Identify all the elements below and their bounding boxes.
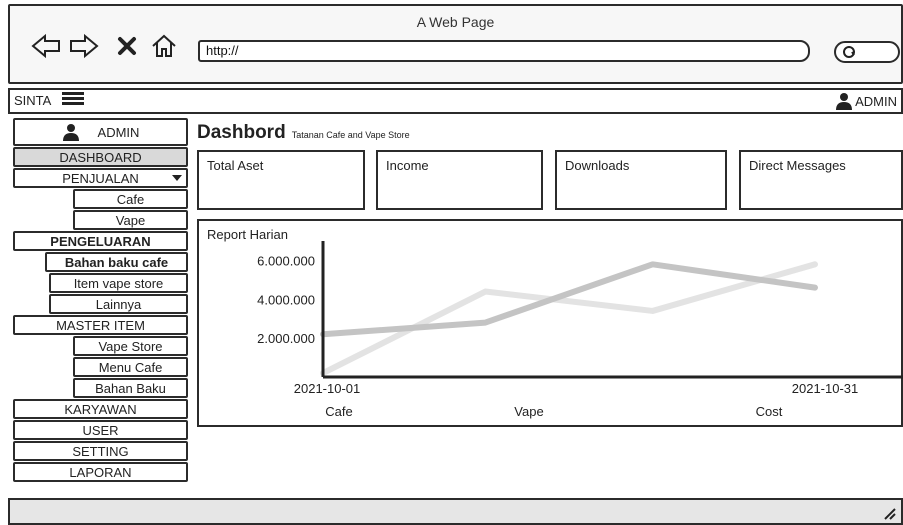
arrow-left-icon [31,33,60,59]
user-icon [62,124,79,141]
sidebar-item-label: PENJUALAN [62,171,139,186]
sidebar: ADMIN DASHBOARD PENJUALAN Cafe Vape PENG… [13,118,188,483]
resize-grip-icon[interactable] [883,507,897,521]
sidebar-item-menu-cafe[interactable]: Menu Cafe [73,357,188,377]
y-tick-label: 6.000.000 [257,253,315,268]
top-app-bar: SINTA ADMIN [8,88,903,114]
stop-button[interactable] [116,32,138,60]
close-icon [118,37,136,55]
user-icon [836,93,853,110]
sidebar-item-pengeluaran[interactable]: PENGELUARAN [13,231,188,251]
sidebar-item-item-vape-store[interactable]: Item vape store [49,273,188,293]
page-heading: Dashbord [197,122,286,143]
line-chart: 2.000.000 4.000.000 6.000.000 2021-10-01 202… [257,241,903,419]
sidebar-item-dashboard[interactable]: DASHBOARD [13,147,188,167]
y-tick-label: 4.000.000 [257,292,315,307]
sidebar-user[interactable]: ADMIN [13,118,188,146]
card-label: Direct Messages [749,158,846,173]
home-icon [152,34,176,57]
card-label: Downloads [565,158,630,173]
search-icon [843,46,855,58]
card-total-aset[interactable]: Total Aset [197,150,365,210]
search-button[interactable] [834,41,900,63]
sidebar-item-lainnya[interactable]: Lainnya [49,294,188,314]
series-line-vape [320,261,818,377]
sidebar-item-vape[interactable]: Vape [73,210,188,230]
legend-item-cafe: Cafe [325,404,352,419]
legend-item-vape: Vape [514,404,543,419]
sidebar-item-master-item[interactable]: MASTER ITEM [13,315,188,335]
brand-label: SINTA [14,93,52,108]
page-subtitle: Tatanan Cafe and Vape Store [291,130,410,140]
status-bar [8,498,903,525]
sidebar-item-laporan[interactable]: LAPORAN [13,462,188,482]
back-button[interactable] [30,32,62,60]
legend-item-cost: Cost [756,404,783,419]
sidebar-item-penjualan[interactable]: PENJUALAN [13,168,188,188]
sidebar-item-bahan-baku[interactable]: Bahan Baku [73,378,188,398]
menu-icon[interactable] [62,92,84,109]
sidebar-user-name: ADMIN [97,124,140,140]
card-label: Income [386,158,429,173]
sidebar-item-vape-store[interactable]: Vape Store [73,336,188,356]
page-title: Dashbord Tatanan Cafe and Vape Store [197,122,410,144]
home-button[interactable] [150,32,178,60]
sidebar-item-bahan-baku-cafe[interactable]: Bahan baku cafe [45,252,188,272]
sidebar-item-cafe[interactable]: Cafe [73,189,188,209]
arrow-right-icon [70,33,99,59]
window-title: A Web Page [416,14,495,30]
chevron-down-icon [172,175,182,181]
report-chart-panel: Report Harian 2.000.000 4.000.000 6.000.00… [197,219,903,427]
x-tick-label: 2021-10-01 [294,381,361,396]
x-tick-label: 2021-10-31 [792,381,859,396]
browser-window: A Web Page http:// [8,4,903,84]
sidebar-item-karyawan[interactable]: KARYAWAN [13,399,188,419]
card-downloads[interactable]: Downloads [555,150,727,210]
y-tick-label: 2.000.000 [257,331,315,346]
sidebar-item-setting[interactable]: SETTING [13,441,188,461]
forward-button[interactable] [68,32,100,60]
user-name: ADMIN [855,93,897,109]
sidebar-item-user[interactable]: USER [13,420,188,440]
url-input[interactable]: http:// [198,40,810,62]
card-income[interactable]: Income [376,150,543,210]
card-direct-messages[interactable]: Direct Messages [739,150,903,210]
card-label: Total Aset [207,158,264,173]
user-menu[interactable]: ADMIN [835,92,897,110]
